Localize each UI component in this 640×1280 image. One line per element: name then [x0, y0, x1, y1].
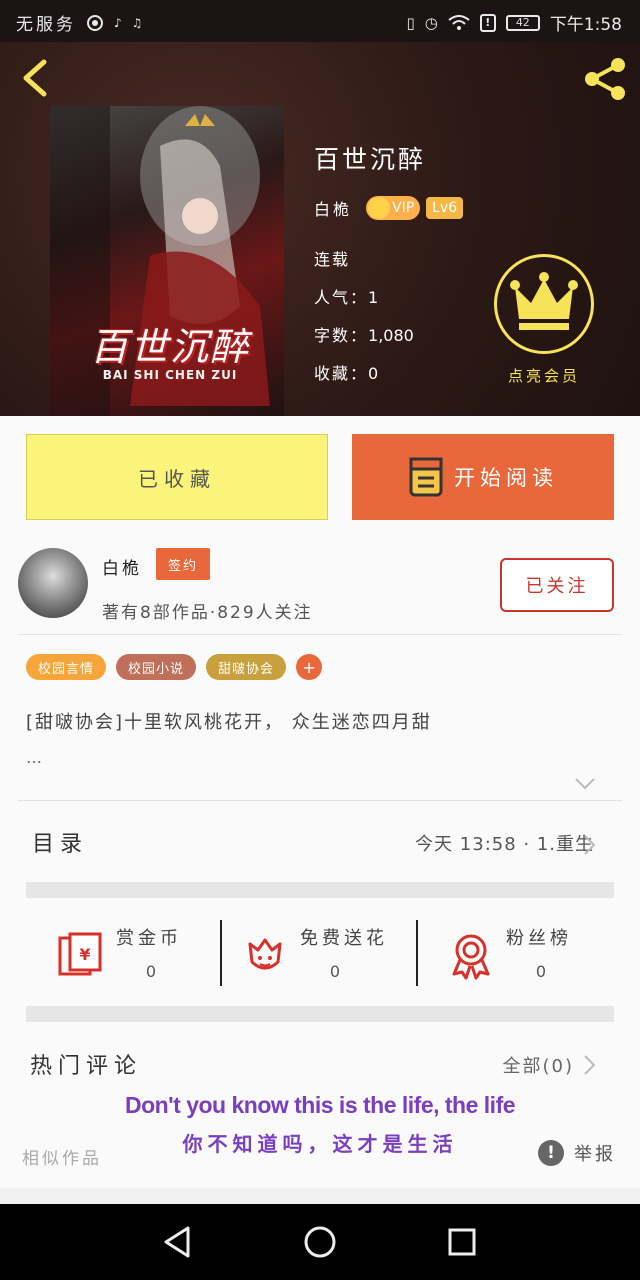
header-author-name[interactable]: 白桅 [314, 196, 352, 220]
vip-badge: VIP [366, 196, 421, 220]
lyric-subtitle-english: Don't you know this is the life, the lif… [124, 1092, 516, 1118]
system-nav-bar [0, 1204, 640, 1280]
home-circle-icon[interactable] [300, 1222, 340, 1262]
start-reading-button[interactable]: 开始阅读 [352, 434, 614, 520]
battery-icon: 42 [505, 14, 540, 31]
send-flowers-stat[interactable]: 免费送花 0 [240, 916, 430, 996]
back-arrow-icon[interactable] [18, 58, 52, 98]
tag-item[interactable]: 校园言情 [26, 654, 107, 680]
popularity-row: 人气：1 [314, 284, 378, 308]
word-count-value: 1,080 [368, 326, 414, 345]
fan-ranking-label: 粉丝榜 [506, 928, 572, 949]
recents-square-icon[interactable] [442, 1222, 482, 1262]
book-description: [甜啵协会]十里软风桃花开， 众生迷恋四月甜 [26, 712, 432, 733]
alert-icon: ! [479, 13, 496, 32]
header-author-row: 白桅 VIP Lv6 [314, 196, 464, 220]
wifi-icon [448, 14, 470, 30]
tag-item[interactable]: 甜啵协会 [206, 654, 287, 680]
send-flowers-count: 0 [329, 962, 341, 981]
toc-label[interactable]: 目录 [32, 826, 88, 858]
expand-chevron-icon[interactable] [574, 776, 596, 792]
cover-title: 百世沉醉 [89, 325, 250, 369]
medal-icon [452, 934, 490, 980]
tag-item[interactable]: 校园小说 [116, 654, 197, 680]
start-reading-label: 开始阅读 [454, 466, 558, 490]
favorites-label: 收藏： [314, 364, 369, 383]
hot-comments-label: 热门评论 [30, 1054, 143, 1079]
crown-icon [510, 272, 578, 330]
fan-ranking-stat[interactable]: 粉丝榜 0 [446, 916, 636, 996]
red-envelope-icon: ¥ [58, 932, 102, 976]
notification-icon-2: ♫ [131, 15, 143, 30]
book-detail-screen: 无服务 ♪ ♫ ▯ ◷ ! 42 下午1:58 百世沉醉 BAI SHI CHE… [0, 0, 640, 1280]
carrier-text: 无服务 [16, 15, 76, 35]
all-comments-link[interactable]: 全部(0) [503, 1052, 575, 1078]
section-separator [26, 882, 614, 898]
popularity-value: 1 [368, 288, 379, 307]
lyric-subtitle-chinese: 你不知道吗，这才是生活 [182, 1132, 458, 1156]
toc-chevron-icon[interactable] [582, 834, 596, 856]
author-avatar[interactable] [18, 548, 88, 618]
book-cover[interactable]: 百世沉醉 BAI SHI CHEN ZUI [50, 106, 284, 416]
author-info: 著有8部作品·829人关注 [102, 603, 313, 623]
vip-crown-button[interactable] [494, 254, 594, 354]
alarm-icon: ◷ [424, 13, 438, 32]
signed-badge: 签约 [156, 548, 210, 580]
share-icon[interactable] [580, 56, 630, 102]
book-title: 百世沉醉 [314, 145, 427, 174]
reward-coins-label: 赏金币 [116, 928, 182, 949]
level-badge: Lv6 [426, 197, 464, 219]
serial-status: 连载 [314, 250, 351, 269]
become-vip-label[interactable]: 点亮会员 [484, 365, 604, 386]
send-flowers-label: 免费送花 [300, 928, 388, 949]
vibrate-icon: ▯ [406, 13, 415, 32]
word-count-row: 字数：1,080 [314, 322, 414, 346]
stat-separator [220, 920, 222, 986]
collected-button[interactable]: 已收藏 [26, 434, 328, 520]
comments-chevron-icon[interactable] [582, 1054, 596, 1076]
divider [18, 800, 622, 801]
reward-coins-stat[interactable]: ¥ 赏金币 0 [56, 916, 246, 996]
back-triangle-icon[interactable] [158, 1222, 198, 1262]
reward-coins-count: 0 [145, 962, 157, 981]
latest-chapter[interactable]: 今天 13:58 · 1.重生 [415, 830, 594, 856]
add-tag-button[interactable]: + [296, 654, 323, 680]
popularity-label: 人气： [314, 288, 369, 307]
divider [18, 634, 622, 635]
vip-face-icon [368, 197, 391, 219]
status-bar: 无服务 ♪ ♫ ▯ ◷ ! 42 下午1:58 [0, 0, 640, 42]
follow-button[interactable]: 已关注 [500, 558, 614, 612]
author-name[interactable]: 白桅 [102, 554, 142, 579]
book-icon [409, 457, 443, 497]
favorites-row: 收藏：0 [314, 360, 378, 384]
description-ellipsis: … [26, 748, 42, 767]
notification-icon: ♪ [114, 15, 122, 30]
vip-badge-label: VIP [392, 200, 415, 216]
section-separator [26, 1006, 614, 1022]
bottom-gap [0, 1188, 640, 1204]
book-info-card: 已收藏 开始阅读 白桅 签约 著有8部作品·829人关注 已关注 校园言情 校园… [0, 416, 640, 1188]
svg-text:¥: ¥ [79, 945, 90, 964]
cover-subtitle: BAI SHI CHEN ZUI [102, 368, 238, 382]
tag-list: 校园言情 校园小说 甜啵协会 + [26, 654, 323, 680]
fan-ranking-count: 0 [535, 962, 547, 981]
word-count-label: 字数： [314, 326, 369, 345]
favorites-value: 0 [368, 364, 379, 383]
flower-icon [248, 938, 282, 970]
collected-label: 已收藏 [138, 466, 216, 491]
clock-text: 下午1:58 [549, 15, 622, 35]
hotspot-icon [87, 14, 103, 31]
stat-separator [416, 920, 418, 986]
